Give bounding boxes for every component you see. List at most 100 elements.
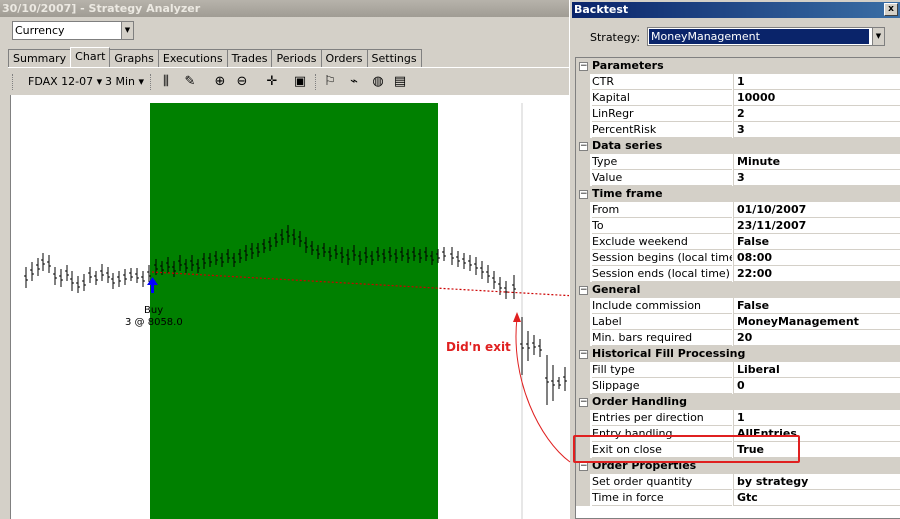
- property-value[interactable]: 10000: [733, 90, 900, 106]
- instrument-label: FDAX 12-07: [28, 75, 94, 88]
- category-name: Parameters: [592, 59, 664, 72]
- tab-trades[interactable]: Trades: [226, 49, 273, 68]
- property-row[interactable]: Min. bars required 20: [576, 330, 900, 346]
- property-row[interactable]: Set order quantity by strategy: [576, 474, 900, 490]
- property-row[interactable]: Slippage 0: [576, 378, 900, 394]
- collapse-icon[interactable]: −: [579, 398, 588, 407]
- property-value[interactable]: 23/11/2007: [733, 218, 900, 234]
- grid-category[interactable]: − Parameters: [576, 58, 900, 74]
- backtest-title: Backtest: [574, 3, 629, 16]
- property-row[interactable]: Entries per direction 1: [576, 410, 900, 426]
- property-value[interactable]: False: [733, 298, 900, 314]
- data-box-icon[interactable]: ▤: [392, 74, 408, 90]
- property-value[interactable]: 0: [733, 378, 900, 394]
- template-icon[interactable]: ⚐: [322, 74, 338, 90]
- tab-settings[interactable]: Settings: [366, 49, 422, 68]
- session-highlight: [150, 103, 438, 519]
- property-name: Type: [592, 154, 732, 170]
- property-name: Exclude weekend: [592, 234, 732, 250]
- property-value[interactable]: 20: [733, 330, 900, 346]
- property-value[interactable]: 3: [733, 170, 900, 186]
- draw-pen-icon[interactable]: ✎: [182, 74, 198, 90]
- analyzer-tabs: Summary Chart Graphs Executions Trades Period…: [8, 47, 422, 68]
- property-row[interactable]: Time in force Gtc: [576, 490, 900, 506]
- toolbar-separator: [315, 74, 318, 90]
- price-chart[interactable]: Buy 3 @ 8058.0: [10, 95, 575, 519]
- property-row[interactable]: Session ends (local time) 22:00: [576, 266, 900, 282]
- strategy-icon[interactable]: ◍: [370, 74, 386, 90]
- collapse-icon[interactable]: −: [579, 142, 588, 151]
- property-value[interactable]: False: [733, 234, 900, 250]
- grid-category[interactable]: − General: [576, 282, 900, 298]
- property-row[interactable]: LinRegr 2: [576, 106, 900, 122]
- property-row[interactable]: Session begins (local time) 08:00: [576, 250, 900, 266]
- property-value[interactable]: 1: [733, 410, 900, 426]
- property-row[interactable]: Fill type Liberal: [576, 362, 900, 378]
- property-value[interactable]: 3: [733, 122, 900, 138]
- strategy-dropdown[interactable]: MoneyManagement ▼: [647, 27, 885, 46]
- bar-style-icon[interactable]: ⫼: [158, 74, 174, 90]
- property-row[interactable]: From 01/10/2007: [576, 202, 900, 218]
- property-row[interactable]: Kapital 10000: [576, 90, 900, 106]
- chevron-down-icon[interactable]: ▼: [121, 22, 133, 39]
- grid-category[interactable]: − Data series: [576, 138, 900, 154]
- zoom-in-icon[interactable]: ⊕: [212, 74, 228, 90]
- property-value[interactable]: 08:00: [733, 250, 900, 266]
- grid-gutter: [576, 330, 590, 346]
- crosshair-icon[interactable]: ✛: [264, 74, 280, 90]
- property-value[interactable]: 1: [733, 74, 900, 90]
- property-row[interactable]: Type Minute: [576, 154, 900, 170]
- toolbar-separator: [150, 74, 153, 90]
- collapse-icon[interactable]: −: [579, 350, 588, 359]
- property-row[interactable]: Value 3: [576, 170, 900, 186]
- currency-dropdown[interactable]: Currency ▼: [12, 21, 134, 40]
- tab-orders[interactable]: Orders: [320, 49, 368, 68]
- grid-gutter: [576, 314, 590, 330]
- interval-selector[interactable]: 3 Min ▾: [105, 74, 144, 90]
- property-row[interactable]: Exclude weekend False: [576, 234, 900, 250]
- close-icon[interactable]: x: [884, 3, 898, 16]
- property-name: Slippage: [592, 378, 732, 394]
- property-value[interactable]: by strategy: [733, 474, 900, 490]
- grid-gutter: [576, 362, 590, 378]
- grid-category[interactable]: − Time frame: [576, 186, 900, 202]
- tab-chart[interactable]: Chart: [70, 47, 111, 68]
- property-name: PercentRisk: [592, 122, 732, 138]
- grid-category[interactable]: − Order Handling: [576, 394, 900, 410]
- interval-label: 3 Min: [105, 75, 136, 88]
- tab-executions[interactable]: Executions: [157, 49, 228, 68]
- property-row[interactable]: Label MoneyManagement: [576, 314, 900, 330]
- property-value[interactable]: 22:00: [733, 266, 900, 282]
- grid-category[interactable]: − Historical Fill Processing: [576, 346, 900, 362]
- grid-gutter: [576, 250, 590, 266]
- grid-gutter: [576, 490, 590, 506]
- property-row[interactable]: PercentRisk 3: [576, 122, 900, 138]
- chevron-down-icon[interactable]: ▼: [872, 28, 884, 45]
- property-row[interactable]: To 23/11/2007: [576, 218, 900, 234]
- property-value[interactable]: 2: [733, 106, 900, 122]
- property-value[interactable]: Gtc: [733, 490, 900, 506]
- collapse-icon[interactable]: −: [579, 286, 588, 295]
- property-row[interactable]: Include commission False: [576, 298, 900, 314]
- collapse-icon[interactable]: −: [579, 62, 588, 71]
- property-value[interactable]: Liberal: [733, 362, 900, 378]
- property-name: Value: [592, 170, 732, 186]
- property-name: Session ends (local time): [592, 266, 732, 282]
- grid-gutter: [576, 378, 590, 394]
- property-row[interactable]: CTR 1: [576, 74, 900, 90]
- collapse-icon[interactable]: −: [579, 462, 588, 471]
- property-name: Time in force: [592, 490, 732, 506]
- property-value[interactable]: Minute: [733, 154, 900, 170]
- instrument-selector[interactable]: FDAX 12-07 ▾: [28, 74, 102, 90]
- tab-summary[interactable]: Summary: [8, 49, 72, 68]
- property-value[interactable]: MoneyManagement: [733, 314, 900, 330]
- indicator-icon[interactable]: ⌁: [346, 74, 362, 90]
- tab-periods[interactable]: Periods: [271, 49, 322, 68]
- properties-icon[interactable]: ▣: [292, 74, 308, 90]
- collapse-icon[interactable]: −: [579, 190, 588, 199]
- property-value[interactable]: 01/10/2007: [733, 202, 900, 218]
- tab-graphs[interactable]: Graphs: [109, 49, 159, 68]
- property-name: Label: [592, 314, 732, 330]
- grid-gutter: [576, 90, 590, 106]
- grid-gutter: [576, 266, 590, 282]
